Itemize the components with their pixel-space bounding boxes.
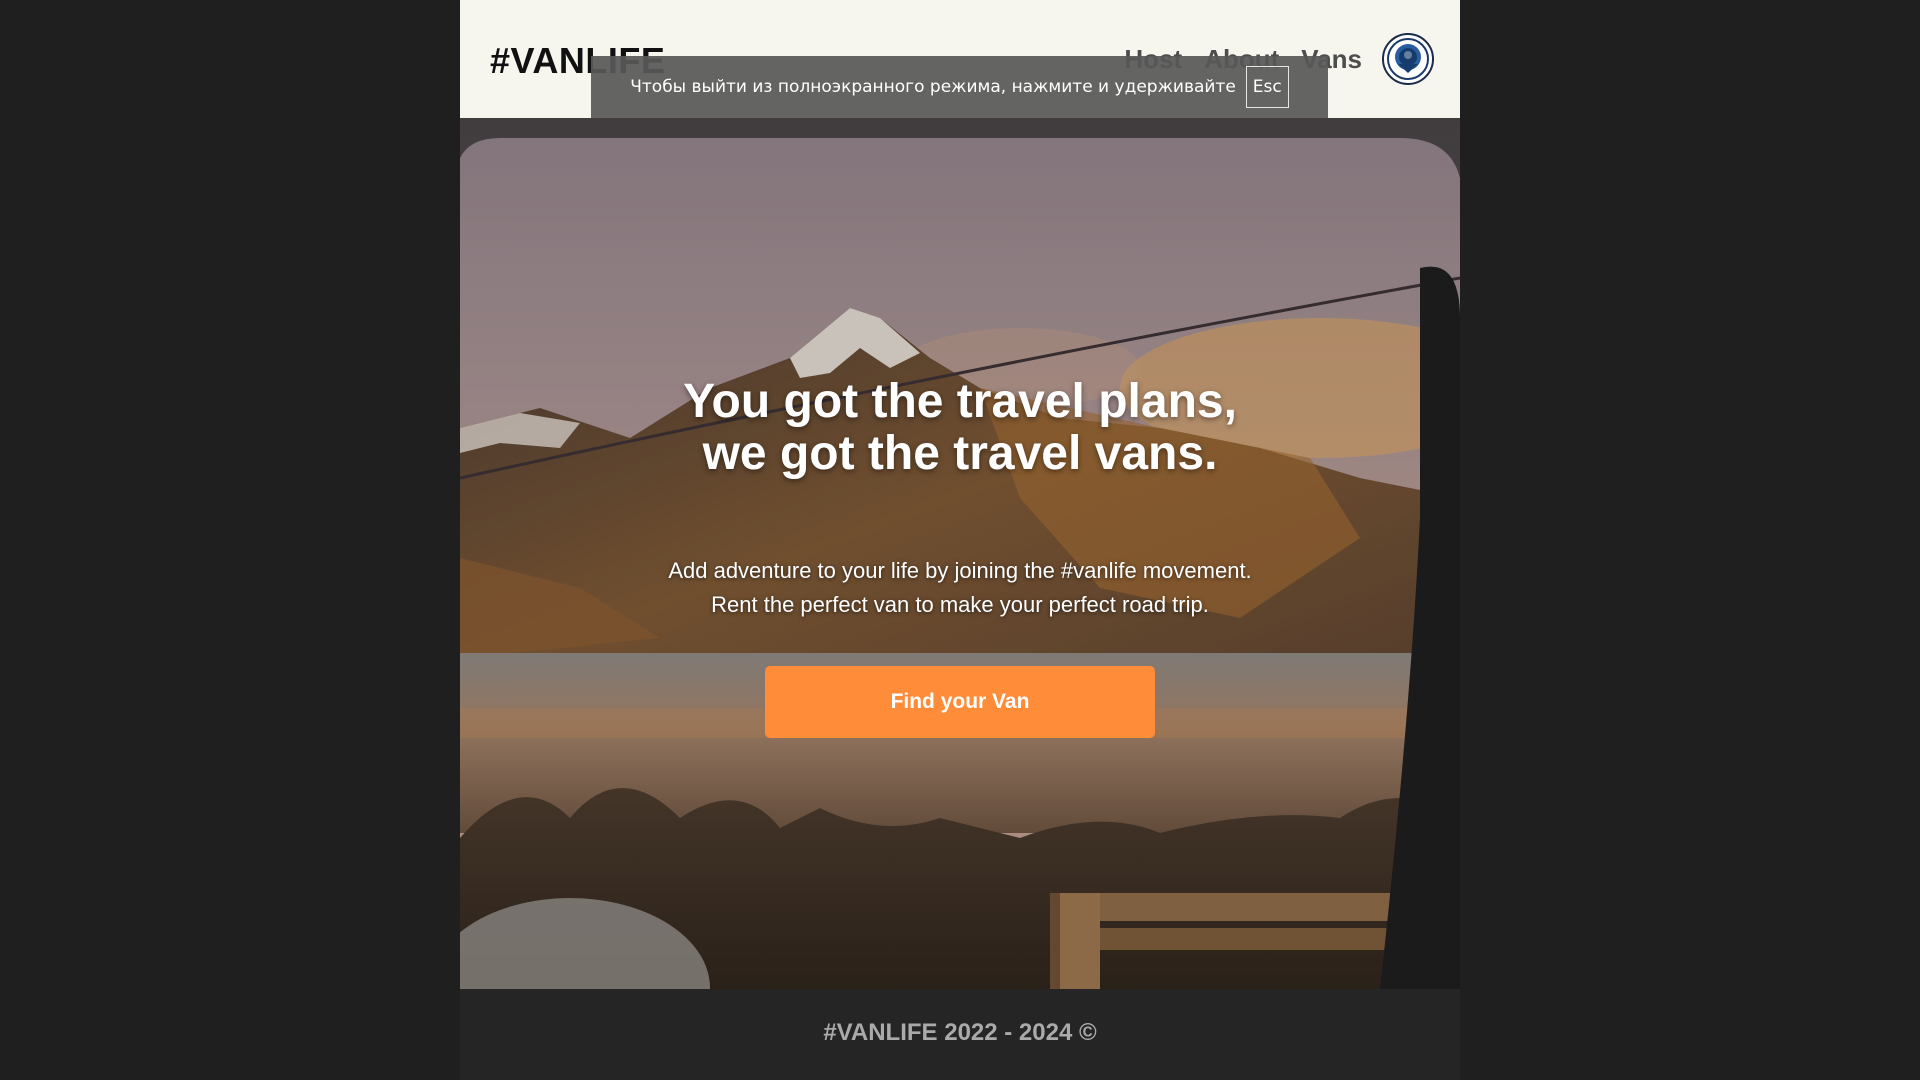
hero-title: You got the travel plans, we got the tra… <box>460 376 1460 480</box>
hero-title-line-1: You got the travel plans, <box>683 375 1237 428</box>
hero-title-line-2: we got the travel vans. <box>702 427 1218 480</box>
footer-copyright: #VANLIFE 2022 - 2024 © <box>823 1019 1097 1046</box>
site-footer: #VANLIFE 2022 - 2024 © <box>460 989 1460 1080</box>
find-your-van-button[interactable]: Find your Van <box>765 666 1155 738</box>
hero-subtitle-line-1: Add adventure to your life by joining th… <box>668 558 1252 583</box>
hero-subtitle-line-2: Rent the perfect van to make your perfec… <box>711 592 1209 617</box>
user-avatar-button[interactable] <box>1382 33 1434 85</box>
fullscreen-notice-text: Чтобы выйти из полноэкранного режима, на… <box>630 77 1236 97</box>
esc-key-badge: Esc <box>1245 66 1289 108</box>
hero-section: You got the travel plans, we got the tra… <box>460 118 1460 989</box>
app-frame: #VANLIFE Host About Vans <box>460 0 1460 1080</box>
hero-subtitle: Add adventure to your life by joining th… <box>460 554 1460 622</box>
fullscreen-exit-notice: Чтобы выйти из полноэкранного режима, на… <box>591 56 1328 118</box>
user-avatar-icon <box>1387 38 1429 80</box>
